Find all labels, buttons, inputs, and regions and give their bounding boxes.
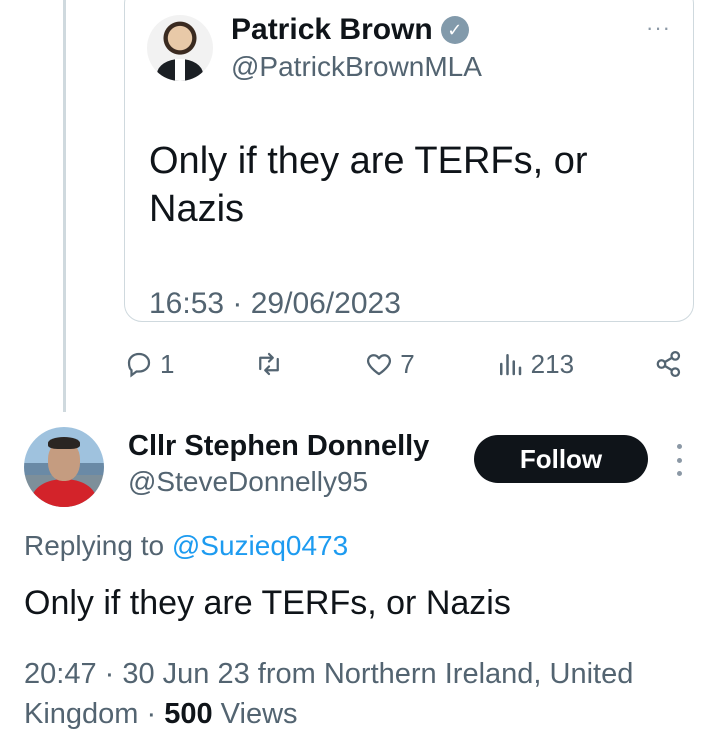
avatar-hair	[48, 437, 80, 449]
views-icon	[499, 354, 521, 376]
more-options-vertical-icon[interactable]	[672, 444, 686, 476]
like-button[interactable]: 7	[364, 348, 415, 380]
quoted-tweet-text: Only if they are TERFs, or Nazis	[149, 140, 588, 230]
follow-button[interactable]: Follow	[474, 435, 648, 483]
reply-icon	[127, 352, 151, 378]
replying-to-mention[interactable]: @Suzieq0473	[172, 530, 348, 561]
reply-count: 1	[160, 348, 175, 379]
like-icon	[367, 354, 392, 376]
thread-connector-line	[63, 0, 66, 412]
retweet-button[interactable]	[254, 349, 284, 379]
avatar-collar	[175, 59, 185, 81]
retweet-icon	[259, 352, 280, 376]
quoted-author-name[interactable]: Patrick Brown ✓	[231, 13, 469, 47]
author-name[interactable]: Cllr Stephen Donnelly	[128, 430, 429, 463]
quoted-tweet-card[interactable]: Patrick Brown ✓ @PatrickBrownMLA ··· Onl…	[124, 0, 694, 322]
share-button[interactable]	[654, 349, 684, 379]
reply-button[interactable]: 1	[124, 349, 174, 380]
patrick-brown-avatar[interactable]	[147, 15, 213, 81]
stephen-donnelly-avatar[interactable]	[24, 427, 104, 507]
tweet-views-label: Views	[212, 698, 298, 730]
kebab-dot	[676, 444, 682, 449]
quoted-author-name-text: Patrick Brown	[231, 13, 433, 46]
verified-badge-icon: ✓	[440, 16, 469, 44]
tweet-action-bar: 1 7 213	[124, 342, 684, 386]
more-options-icon[interactable]: ···	[646, 15, 671, 41]
kebab-dot	[676, 471, 682, 476]
views-button[interactable]: 213	[495, 349, 574, 380]
views-count: 213	[530, 348, 575, 379]
location-continued: Kingdom ·	[24, 698, 165, 730]
quoted-author-handle[interactable]: @PatrickBrownMLA	[231, 51, 482, 83]
tweet-views-line: Kingdom · 500 Views	[24, 694, 704, 734]
share-icon	[656, 351, 681, 377]
tweet-metadata: 20:47 · 30 Jun 23 from Northern Ireland,…	[24, 654, 704, 734]
quoted-tweet-timestamp[interactable]: 16:53 · 29/06/2023	[149, 287, 401, 321]
kebab-dot	[676, 457, 682, 463]
author-handle[interactable]: @SteveDonnelly95	[128, 466, 368, 498]
replying-to-line: Replying to @Suzieq0473	[24, 530, 348, 562]
like-count: 7	[400, 348, 415, 379]
avatar-jacket	[32, 479, 96, 507]
tweet-timestamp-location[interactable]: 20:47 · 30 Jun 23 from Northern Ireland,…	[24, 654, 704, 694]
tweet-views-count[interactable]: 500	[164, 698, 212, 730]
tweet-text: Only if they are TERFs, or Nazis	[24, 584, 511, 622]
replying-to-prefix: Replying to	[24, 530, 172, 561]
